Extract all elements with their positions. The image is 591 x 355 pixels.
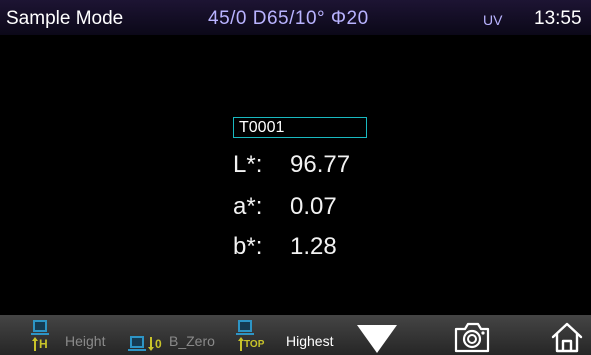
- a-star-value: 0.07: [290, 193, 337, 220]
- sample-name-field[interactable]: T0001: [233, 117, 367, 138]
- b-star-label: b*:: [233, 233, 263, 260]
- b-zero-icon: 0: [128, 318, 168, 354]
- top-icon: TOP: [235, 318, 283, 354]
- height-label: Height: [65, 333, 106, 349]
- l-star-label: L*:: [233, 151, 263, 178]
- l-star-value: 96.77: [290, 151, 351, 178]
- highest-button[interactable]: TOP Highest: [235, 315, 345, 355]
- height-icon: H: [28, 318, 58, 354]
- status-bar: Sample Mode 45/0 D65/10° Φ20 UV 13:55: [0, 0, 591, 35]
- clock: 13:55: [534, 8, 582, 29]
- b-zero-button[interactable]: 0 B_Zero: [128, 315, 223, 355]
- dropdown-triangle-icon[interactable]: [355, 324, 399, 354]
- camera-icon[interactable]: [452, 320, 492, 354]
- b-star-value: 1.28: [290, 233, 337, 260]
- home-icon[interactable]: [550, 320, 584, 354]
- b-zero-label: B_Zero: [169, 333, 215, 349]
- uv-indicator: UV: [483, 12, 503, 28]
- a-star-label: a*:: [233, 193, 263, 220]
- highest-label: Highest: [286, 333, 334, 349]
- geometry-readout: 45/0 D65/10° Φ20: [208, 8, 369, 29]
- sample-name: T0001: [239, 119, 285, 136]
- mode-title: Sample Mode: [6, 8, 124, 29]
- height-button[interactable]: H Height: [28, 315, 118, 355]
- bottom-toolbar: H Height 0 B_Zero TOP Highest: [0, 315, 591, 355]
